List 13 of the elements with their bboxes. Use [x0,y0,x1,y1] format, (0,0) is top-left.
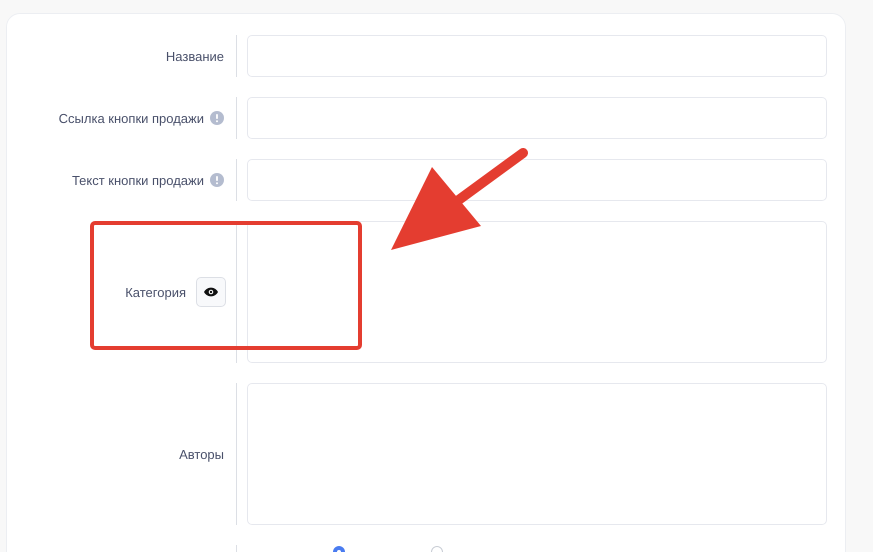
field-label: Название [166,48,224,64]
field-label: Категория [125,284,186,300]
text-field[interactable] [247,97,827,139]
field-label: Ссылка кнопки продажи [58,110,204,126]
info-icon[interactable] [210,173,224,187]
field-label: Текст кнопки продажи [72,172,204,188]
text-field[interactable] [247,159,827,201]
eye-icon [204,287,218,297]
field-label: Авторы [179,446,224,462]
info-icon[interactable] [210,111,224,125]
visibility-button[interactable] [196,277,226,307]
text-field[interactable] [247,35,827,77]
text-area[interactable] [247,221,827,363]
